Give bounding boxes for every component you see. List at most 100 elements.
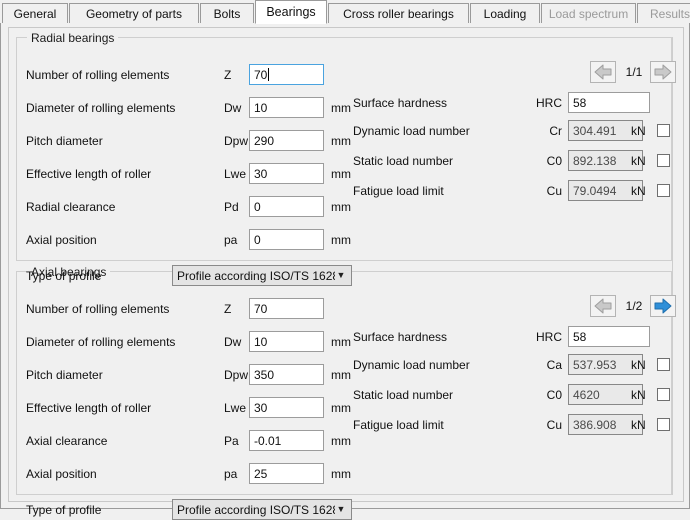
input-value: 70 xyxy=(254,302,267,316)
rfield-symbol-radial-1: Cr xyxy=(9,124,562,138)
field-label-radial-4: Radial clearance xyxy=(26,200,115,214)
input-value: 304.491 xyxy=(573,124,616,138)
field-label-radial-0: Number of rolling elements xyxy=(26,68,169,82)
field-unit-radial-4: mm xyxy=(331,200,351,214)
arrow-right-icon xyxy=(653,63,673,81)
profile-label-radial: Type of profile xyxy=(26,269,101,283)
field-symbol-axial-0: Z xyxy=(224,302,231,316)
input-value: 892.138 xyxy=(573,154,616,168)
rfield-unit-axial-1: kN xyxy=(631,358,646,372)
input-radial-number-of-rolling-elements[interactable]: 70 xyxy=(249,64,324,85)
rfield-unit-axial-2: kN xyxy=(631,388,646,402)
field-label-axial-3: Effective length of roller xyxy=(26,401,151,415)
rfield-symbol-axial-2: C0 xyxy=(9,388,562,402)
input-value: 58 xyxy=(573,96,586,110)
rfield-symbol-axial-3: Cu xyxy=(9,418,562,432)
tab-geometry-of-parts[interactable]: Geometry of parts xyxy=(69,3,199,24)
input-value: 0 xyxy=(254,200,261,214)
tab-label: Cross roller bearings xyxy=(343,7,454,21)
input-axial-surface-hardness[interactable]: 58 xyxy=(568,326,650,347)
group-radial-bearings-title: Radial bearings xyxy=(27,31,118,45)
input-value: 79.0494 xyxy=(573,184,616,198)
rfield-symbol-radial-0: HRC xyxy=(9,96,562,110)
tab-bolts[interactable]: Bolts xyxy=(200,3,254,24)
field-unit-radial-5: mm xyxy=(331,233,351,247)
tab-bearings[interactable]: Bearings xyxy=(255,0,327,24)
rfield-symbol-radial-3: Cu xyxy=(9,184,562,198)
tab-label: Bolts xyxy=(214,7,241,21)
chevron-down-icon: ▼ xyxy=(335,505,347,514)
rfield-unit-radial-3: kN xyxy=(631,184,646,198)
field-label-radial-5: Axial position xyxy=(26,233,97,247)
checkbox-radial-static-load-number[interactable] xyxy=(657,154,670,167)
field-symbol-radial-3: Lwe xyxy=(224,167,246,181)
rfield-symbol-radial-2: C0 xyxy=(9,154,562,168)
field-symbol-radial-0: Z xyxy=(224,68,231,82)
pager-page-indicator-axial: 1/2 xyxy=(619,295,649,317)
tab-label: Loading xyxy=(484,7,527,21)
tab-general[interactable]: General xyxy=(2,3,68,24)
tab-cross-roller-bearings[interactable]: Cross roller bearings xyxy=(328,3,469,24)
field-label-radial-3: Effective length of roller xyxy=(26,167,151,181)
input-value: 58 xyxy=(573,330,586,344)
input-radial-surface-hardness[interactable]: 58 xyxy=(568,92,650,113)
tab-label: General xyxy=(14,7,57,21)
input-axial-axial-position[interactable]: 25 xyxy=(249,463,324,484)
input-axial-number-of-rolling-elements[interactable]: 70 xyxy=(249,298,324,319)
arrow-right-icon xyxy=(653,297,673,315)
tab-label: Bearings xyxy=(266,5,315,19)
input-value: -0.01 xyxy=(254,434,281,448)
field-unit-axial-4: mm xyxy=(331,434,351,448)
field-label-axial-4: Axial clearance xyxy=(26,434,107,448)
field-symbol-axial-4: Pa xyxy=(224,434,239,448)
input-radial-axial-position[interactable]: 0 xyxy=(249,229,324,250)
tab-label: Geometry of parts xyxy=(86,7,182,21)
field-unit-radial-3: mm xyxy=(331,167,351,181)
text-caret xyxy=(268,68,269,81)
pager-next-button-axial[interactable] xyxy=(650,295,676,317)
tab-strip: General Geometry of parts Bolts Bearings Cro… xyxy=(0,0,690,24)
tab-load-spectrum: Load spectrum xyxy=(541,3,636,24)
chevron-down-icon: ▼ xyxy=(335,271,347,280)
content-frame: Radial bearings Axial bearings Number of… xyxy=(8,27,684,502)
input-axial-axial-clearance[interactable]: -0.01 xyxy=(249,430,324,451)
field-symbol-axial-3: Lwe xyxy=(224,401,246,415)
rfield-unit-radial-1: kN xyxy=(631,124,646,138)
input-radial-radial-clearance[interactable]: 0 xyxy=(249,196,324,217)
combo-selected-value: Profile according ISO/TS 16281 xyxy=(177,503,335,517)
arrow-left-icon xyxy=(593,63,613,81)
tab-loading[interactable]: Loading xyxy=(470,3,540,24)
tab-label: Results xyxy=(650,7,690,21)
field-label-axial-5: Axial position xyxy=(26,467,97,481)
combo-type-of-profile-radial[interactable]: Profile according ISO/TS 16281▼ xyxy=(172,265,352,286)
combo-type-of-profile-axial[interactable]: Profile according ISO/TS 16281▼ xyxy=(172,499,352,520)
input-value: 30 xyxy=(254,167,267,181)
field-label-axial-0: Number of rolling elements xyxy=(26,302,169,316)
checkbox-axial-fatigue-load-limit[interactable] xyxy=(657,418,670,431)
field-unit-axial-3: mm xyxy=(331,401,351,415)
checkbox-radial-dynamic-load-number[interactable] xyxy=(657,124,670,137)
field-symbol-radial-4: Pd xyxy=(224,200,239,214)
tab-page-bearings: Radial bearings Axial bearings Number of… xyxy=(0,23,690,509)
profile-label-axial: Type of profile xyxy=(26,503,101,517)
pager-prev-button-axial xyxy=(590,295,616,317)
checkbox-radial-fatigue-load-limit[interactable] xyxy=(657,184,670,197)
combo-selected-value: Profile according ISO/TS 16281 xyxy=(177,269,335,283)
arrow-left-icon xyxy=(593,297,613,315)
tab-results: Results xyxy=(637,3,690,24)
input-value: 537.953 xyxy=(573,358,616,372)
tab-label: Load spectrum xyxy=(549,7,628,21)
input-value: 25 xyxy=(254,467,267,481)
checkbox-axial-dynamic-load-number[interactable] xyxy=(657,358,670,371)
input-value: 0 xyxy=(254,233,261,247)
checkbox-axial-static-load-number[interactable] xyxy=(657,388,670,401)
input-value: 30 xyxy=(254,401,267,415)
rfield-symbol-axial-0: HRC xyxy=(9,330,562,344)
input-value: 4620 xyxy=(573,388,600,402)
pager-page-indicator-radial: 1/1 xyxy=(619,61,649,83)
field-unit-axial-5: mm xyxy=(331,467,351,481)
rfield-symbol-axial-1: Ca xyxy=(9,358,562,372)
field-symbol-axial-5: pa xyxy=(224,467,237,481)
panel-edge-line xyxy=(672,37,673,495)
input-value: 386.908 xyxy=(573,418,616,432)
